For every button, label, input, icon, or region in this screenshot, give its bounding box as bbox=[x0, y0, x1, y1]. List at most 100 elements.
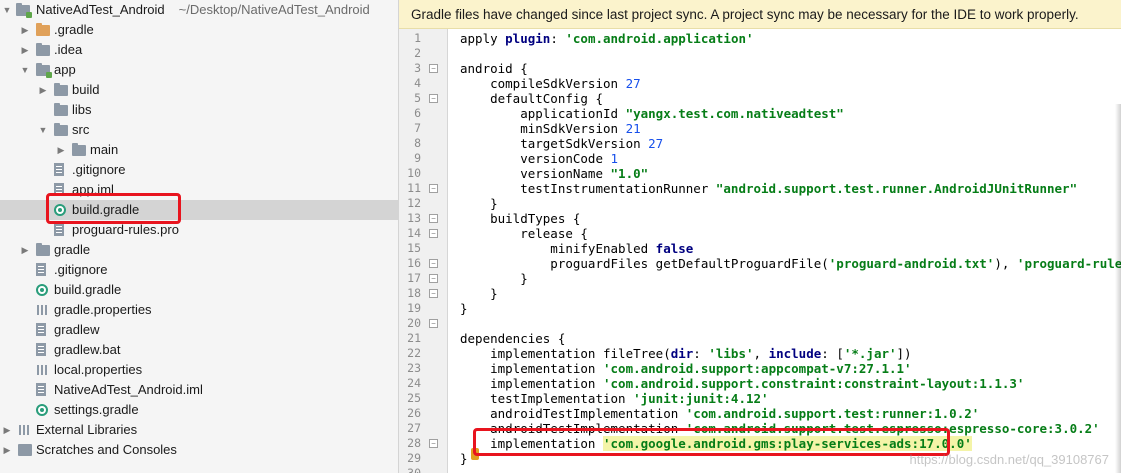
tree-item[interactable]: ▶ build bbox=[0, 80, 398, 100]
tree-item-label: Scratches and Consoles bbox=[36, 442, 177, 457]
code-token: 'com.android.support.constraint:constrai… bbox=[603, 376, 1025, 391]
tree-item[interactable]: .gitignore bbox=[0, 160, 398, 180]
code-line: targetSdkVersion 27 bbox=[460, 136, 663, 151]
fold-marker-icon[interactable]: − bbox=[429, 274, 438, 283]
code-token: compileSdkVersion bbox=[460, 76, 626, 91]
code-token: 21 bbox=[625, 121, 641, 136]
code-token: androidTestImplementation bbox=[460, 406, 686, 421]
chevron-right-icon[interactable]: ▶ bbox=[20, 240, 30, 260]
line-number: 14 bbox=[407, 226, 421, 240]
chevron-right-icon[interactable]: ▶ bbox=[2, 420, 12, 440]
fold-marker-icon[interactable]: − bbox=[429, 94, 438, 103]
code-token: defaultConfig { bbox=[460, 91, 603, 106]
code-token: apply bbox=[460, 31, 506, 46]
folder-icon bbox=[36, 243, 50, 256]
tree-item-label: build.gradle bbox=[72, 202, 140, 217]
code-token: 1 bbox=[610, 151, 619, 166]
tree-item[interactable]: proguard-rules.pro bbox=[0, 220, 398, 240]
line-number: 8 bbox=[414, 136, 421, 150]
tree-item-label: NativeAdTest_Android.iml bbox=[54, 382, 203, 397]
fold-marker-icon[interactable]: − bbox=[429, 229, 438, 238]
tree-item[interactable]: ▶ Scratches and Consoles bbox=[0, 440, 398, 460]
project-name: NativeAdTest_Android bbox=[36, 2, 165, 17]
chevron-down-icon[interactable]: ▼ bbox=[38, 120, 48, 140]
line-number: 17 bbox=[407, 271, 421, 285]
code-token: minifyEnabled bbox=[460, 241, 656, 256]
fold-marker-icon[interactable]: − bbox=[429, 319, 438, 328]
tree-item[interactable]: gradlew.bat bbox=[0, 340, 398, 360]
fold-marker-icon[interactable]: − bbox=[429, 259, 438, 268]
code-token: "1.0" bbox=[610, 166, 649, 181]
code-token: : [ bbox=[821, 346, 844, 361]
tree-item[interactable]: ▶ External Libraries bbox=[0, 420, 398, 440]
tree-item[interactable]: ▶ gradle bbox=[0, 240, 398, 260]
fold-marker-icon[interactable]: − bbox=[429, 289, 438, 298]
code-token: 'proguard-android.txt' bbox=[828, 256, 995, 271]
chevron-right-icon[interactable]: ▶ bbox=[56, 140, 66, 160]
code-token: "yangx.test.com.nativeadtest" bbox=[625, 106, 844, 121]
chevron-right-icon[interactable]: ▶ bbox=[2, 440, 12, 460]
tree-item[interactable]: ▶ .idea bbox=[0, 40, 398, 60]
code-line: androidTestImplementation 'com.android.s… bbox=[460, 421, 1100, 436]
tree-item-label: gradle.properties bbox=[54, 302, 152, 317]
code-line: versionCode 1 bbox=[460, 151, 618, 166]
line-number: 27 bbox=[407, 421, 421, 435]
chevron-right-icon[interactable]: ▶ bbox=[20, 40, 30, 60]
banner-text: Gradle files have changed since last pro… bbox=[411, 7, 1079, 22]
fold-marker-icon[interactable]: − bbox=[429, 214, 438, 223]
tree-item[interactable]: ▼ app bbox=[0, 60, 398, 80]
code-line: testInstrumentationRunner "android.suppo… bbox=[460, 181, 1077, 196]
code-token: false bbox=[655, 241, 694, 256]
library-icon bbox=[36, 304, 50, 316]
code-line: compileSdkVersion 27 bbox=[460, 76, 641, 91]
tree-item[interactable]: gradlew bbox=[0, 320, 398, 340]
tree-item[interactable]: .gitignore bbox=[0, 260, 398, 280]
line-number: 23 bbox=[407, 361, 421, 375]
folder-icon bbox=[72, 143, 86, 156]
chevron-down-icon[interactable]: ▼ bbox=[2, 0, 12, 20]
tree-item[interactable]: ▼ src bbox=[0, 120, 398, 140]
code-line: } bbox=[460, 301, 468, 316]
code-token: versionCode bbox=[460, 151, 611, 166]
tree-item[interactable]: gradle.properties bbox=[0, 300, 398, 320]
chevron-right-icon[interactable]: ▶ bbox=[20, 20, 30, 40]
line-number: 10 bbox=[407, 166, 421, 180]
line-number-gutter: 1 2 3−4 5−6 7 8 9 10 11−12 13−14−15 16−17−18−19 20−… bbox=[399, 29, 448, 473]
tree-item[interactable]: settings.gradle bbox=[0, 400, 398, 420]
code-token: implementation fileTree( bbox=[460, 346, 671, 361]
code-token: applicationId bbox=[460, 106, 626, 121]
tree-item[interactable]: build.gradle bbox=[0, 200, 398, 220]
code-line: proguardFiles getDefaultProguardFile('pr… bbox=[460, 256, 1121, 271]
code-token: , bbox=[753, 346, 769, 361]
folder-icon bbox=[36, 43, 50, 56]
code-token: 'com.android.application' bbox=[565, 31, 754, 46]
code-token: implementation bbox=[460, 436, 603, 451]
tree-item[interactable]: ▶ main bbox=[0, 140, 398, 160]
tree-item[interactable]: local.properties bbox=[0, 360, 398, 380]
line-number: 26 bbox=[407, 406, 421, 420]
fold-marker-icon[interactable]: − bbox=[429, 439, 438, 448]
tree-item[interactable]: ▶ .gradle bbox=[0, 20, 398, 40]
project-path: ~/Desktop/NativeAdTest_Android bbox=[178, 2, 370, 17]
tree-item[interactable]: build.gradle bbox=[0, 280, 398, 300]
line-number: 19 bbox=[407, 301, 421, 315]
chevron-down-icon[interactable]: ▼ bbox=[20, 60, 30, 80]
line-number: 5 bbox=[414, 91, 421, 105]
file-icon bbox=[36, 343, 46, 356]
code-token: 'com.android.support:appcompat-v7:27.1.1… bbox=[603, 361, 912, 376]
tree-item[interactable]: NativeAdTest_Android.iml bbox=[0, 380, 398, 400]
project-root-row[interactable]: ▼ NativeAdTest_Android ~/Desktop/NativeAd… bbox=[0, 0, 398, 20]
tree-item[interactable]: libs bbox=[0, 100, 398, 120]
code-editor[interactable]: 1 2 3−4 5−6 7 8 9 10 11−12 13−14−15 16−17−18−19 20−… bbox=[399, 29, 1121, 473]
tree-item-label: proguard-rules.pro bbox=[72, 222, 179, 237]
fold-marker-icon[interactable]: − bbox=[429, 64, 438, 73]
code-token: ]) bbox=[896, 346, 912, 361]
line-number: 12 bbox=[407, 196, 421, 210]
tree-item[interactable]: app.iml bbox=[0, 180, 398, 200]
code-token: testInstrumentationRunner bbox=[460, 181, 716, 196]
fold-marker-icon[interactable]: − bbox=[429, 184, 438, 193]
code-line: implementation fileTree(dir: 'libs', inc… bbox=[460, 346, 912, 361]
bulb-icon[interactable] bbox=[471, 448, 479, 460]
code-line: minifyEnabled false bbox=[460, 241, 693, 256]
chevron-right-icon[interactable]: ▶ bbox=[38, 80, 48, 100]
